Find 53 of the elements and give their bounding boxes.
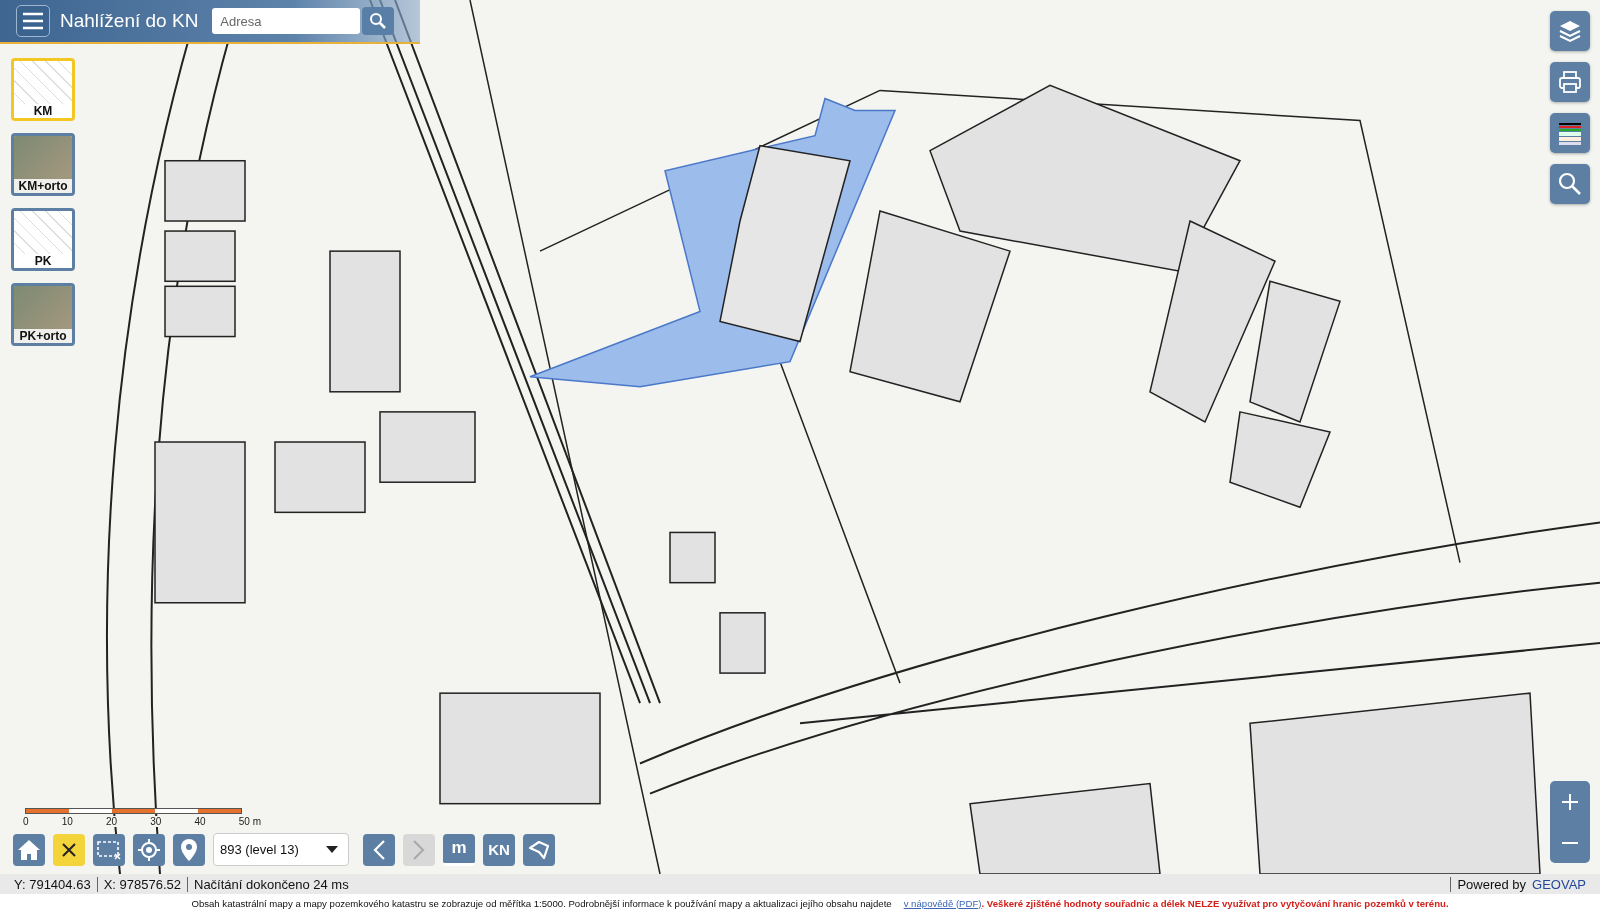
menu-button[interactable] [16,5,50,37]
measure-button[interactable]: m [443,833,475,866]
map-layer-button[interactable]: KM [11,58,75,121]
map-layer-button[interactable]: PK [11,208,75,271]
minus-icon [1561,840,1579,845]
brand-link[interactable]: GEOVAP [1532,876,1592,892]
app-title: Nahlížení do KN [60,10,199,32]
loading-status: Načítání dokončeno 24 ms [187,876,355,892]
scale-label: 50 m [237,816,262,827]
map-layer-button[interactable]: PK+orto [11,283,75,346]
pin-icon [180,837,198,862]
selection-rectangle-icon [96,839,122,860]
menu-icon [22,12,44,30]
printer-icon [1557,69,1583,95]
caret-icon [326,846,338,853]
search-button[interactable] [1550,164,1590,204]
print-button[interactable] [1550,62,1590,102]
legend-icon [1557,120,1583,146]
chevron-right-icon [412,838,426,861]
scale-label: 10 [60,816,74,827]
layers-button[interactable] [1550,11,1590,51]
legend-button[interactable] [1550,113,1590,153]
layers-icon [1557,18,1583,44]
close-icon [61,841,77,858]
search-icon [1557,171,1583,197]
clear-button[interactable] [53,833,85,866]
warning-text: . Veškeré zjištěné hodnoty souřadnic a délek NELZE využívat pro vytyčování hranic pozemků v terénu. [981,897,1449,909]
x-coordinate: X: 978576.52 [96,876,187,892]
scale-label: 0 [22,816,30,827]
scale-label: 30 [149,816,163,827]
plus-icon [1561,792,1579,811]
search-button[interactable] [362,7,395,35]
zoom-level-dropdown[interactable]: 893 (level 13) [213,833,349,866]
locate-icon [137,837,161,862]
home-icon [17,838,41,861]
locate-button[interactable] [133,833,165,866]
cadastre-button[interactable]: KN [483,833,515,866]
help-pdf-link[interactable]: v nápovědě (PDF) [903,897,982,909]
pin-button[interactable] [173,833,205,866]
chevron-left-icon [372,838,386,861]
search-icon [369,12,388,30]
map-notice-text: Obsah katastrální mapy a mapy pozemkového katastru se zobrazuje od měřítka 1:5000. Podrobnější informace k používání mapy a aktualizaci jejího obsahu najdete [191,897,892,909]
select-button[interactable] [93,833,125,866]
y-coordinate: Y: 791404.63 [13,876,92,892]
map-layer-button[interactable]: KM+orto [11,133,75,196]
scale-label: 40 [193,816,207,827]
polygon-icon [527,838,551,861]
polygon-button[interactable] [523,833,555,866]
powered-by-label: Powered by [1450,876,1533,892]
address-search-field[interactable]: Adresa [212,8,361,34]
home-button[interactable] [13,833,45,866]
scale-label: 20 [104,816,119,827]
back-button[interactable] [363,833,395,866]
